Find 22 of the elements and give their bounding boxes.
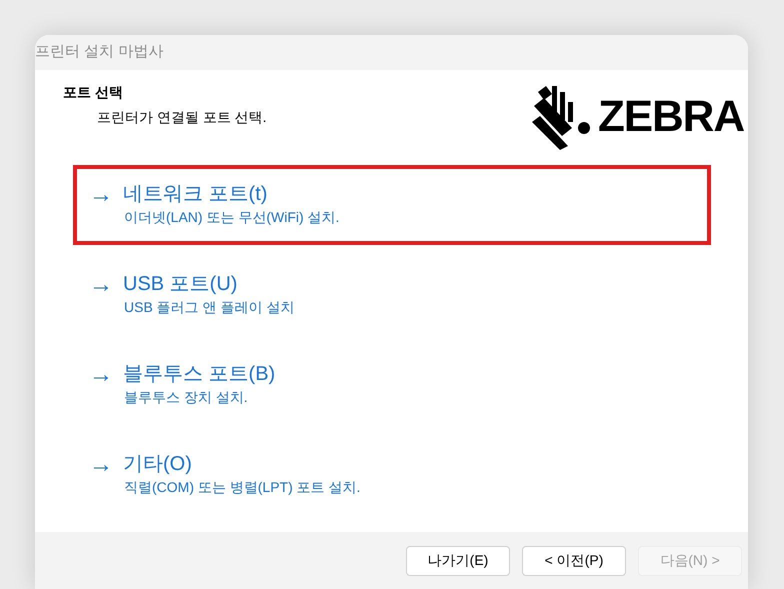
brand-logo-text: ZEBRA	[598, 95, 744, 139]
option-description: USB 플러그 앤 플레이 설치	[123, 298, 296, 317]
option-description: 이더넷(LAN) 또는 무선(WiFi) 설치.	[123, 208, 340, 227]
arrow-glyph: →	[89, 272, 113, 296]
port-option[interactable]: → 블루투스 포트(B) 블루투스 장치 설치.	[73, 345, 711, 425]
page-subtitle: 프린터가 연결될 포트 선택.	[96, 108, 267, 127]
option-label: 블루투스 포트(B)	[123, 362, 276, 387]
arrow-glyph: →	[89, 182, 113, 206]
port-option[interactable]: → 네트워크 포트(t) 이더넷(LAN) 또는 무선(WiFi) 설치.	[73, 165, 711, 245]
page-title: 포트 선택	[63, 83, 124, 102]
arrow-glyph: →	[89, 452, 113, 476]
option-label: USB 포트(U)	[123, 272, 238, 297]
port-option[interactable]: → USB 포트(U) USB 플러그 앤 플레이 설치	[73, 255, 711, 335]
port-option[interactable]: → 기타(O) 직렬(COM) 또는 병렬(LPT) 포트 설치.	[73, 435, 711, 515]
option-description: 블루투스 장치 설치.	[123, 388, 249, 407]
option-label: 기타(O)	[123, 452, 192, 477]
arrow-glyph: →	[89, 362, 113, 386]
window-title: 프린터 설치 마법사	[35, 42, 164, 62]
option-description: 직렬(COM) 또는 병렬(LPT) 포트 설치.	[123, 478, 362, 497]
option-label: 네트워크 포트(t)	[123, 182, 268, 207]
wizard-button[interactable]: 나가기(E)	[406, 546, 510, 576]
wizard-button[interactable]: < 이전(P)	[522, 546, 626, 576]
